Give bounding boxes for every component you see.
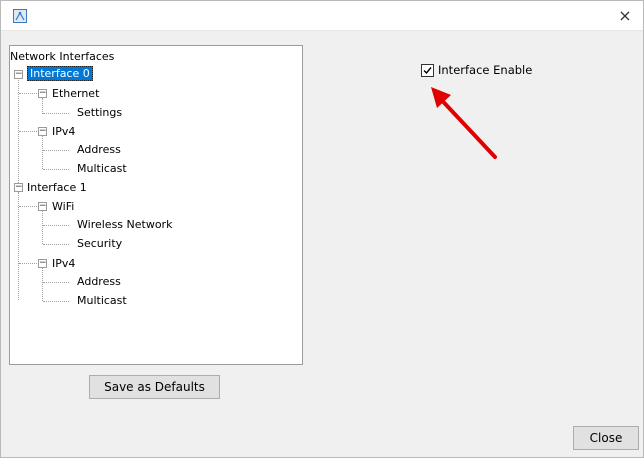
collapse-icon[interactable]: − (38, 127, 47, 136)
tree-item-interface-1[interactable]: Interface 1 (27, 180, 87, 195)
collapse-icon[interactable]: − (14, 70, 23, 79)
interface-enable-label: Interface Enable (438, 63, 533, 77)
close-icon[interactable]: × (615, 6, 635, 26)
save-as-defaults-label: Save as Defaults (104, 380, 205, 394)
tree-item-address[interactable]: Address (77, 142, 121, 157)
tree-item-multicast-2[interactable]: Multicast (77, 293, 127, 308)
tree-item-interface-0[interactable]: Interface 0 (27, 66, 93, 81)
tree-item-ethernet[interactable]: Ethernet (52, 86, 99, 101)
tree-item-label: Interface 0 (27, 66, 93, 81)
collapse-icon[interactable]: − (38, 89, 47, 98)
checkmark-icon (423, 66, 432, 74)
collapse-icon[interactable]: − (38, 259, 47, 268)
dialog-window: × Network Interfaces − Interface 0 − Eth… (0, 0, 644, 458)
collapse-icon[interactable]: − (14, 183, 23, 192)
app-icon (13, 9, 27, 23)
tree-item-security[interactable]: Security (77, 236, 122, 251)
tree-root-label[interactable]: Network Interfaces (10, 49, 114, 64)
close-button-label: Close (589, 431, 623, 445)
tree-item-multicast[interactable]: Multicast (77, 161, 127, 176)
tree-view[interactable]: Network Interfaces − Interface 0 − Ether… (9, 45, 303, 365)
interface-enable-checkbox[interactable] (421, 63, 434, 77)
save-as-defaults-button[interactable]: Save as Defaults (89, 375, 220, 399)
tree-item-ipv4[interactable]: IPv4 (52, 124, 75, 139)
tree-item-settings[interactable]: Settings (77, 105, 122, 120)
close-button[interactable]: Close (573, 426, 639, 450)
tree-item-wifi[interactable]: WiFi (52, 199, 74, 214)
interface-enable-option[interactable]: Interface Enable (421, 63, 532, 77)
title-bar: × (1, 1, 643, 31)
tree-item-ipv4-2[interactable]: IPv4 (52, 256, 75, 271)
collapse-icon[interactable]: − (38, 202, 47, 211)
annotation-arrow-icon (431, 87, 497, 159)
tree-item-wireless-network[interactable]: Wireless Network (77, 217, 172, 232)
tree-item-address-2[interactable]: Address (77, 274, 121, 289)
